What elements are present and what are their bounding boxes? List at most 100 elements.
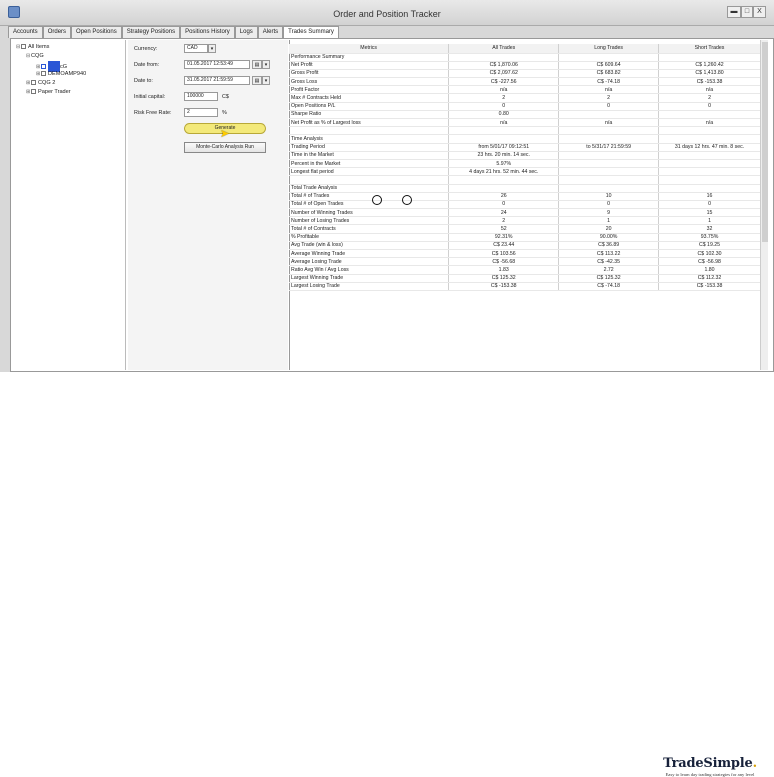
table-row[interactable]: Average Winning Trade C$ 103.56 C$ 113.22 C… — [289, 249, 761, 259]
table-row[interactable]: Ratio Avg Win / Avg Loss 1.83 2.72 1.80 — [289, 265, 761, 275]
tab-positions-history[interactable]: Positions History — [180, 26, 235, 38]
table-row[interactable]: Gross Profit C$ 2,097.62 C$ 683.82 C$ 1,413… — [289, 69, 761, 79]
table-row[interactable]: Average Losing Trade C$ -56.68 C$ -42.35 C$… — [289, 257, 761, 267]
date-to-field[interactable]: 31.05.2017 21:59:59 — [184, 76, 250, 85]
table-row[interactable]: Total # of Open Trades 0 0 0 — [289, 200, 761, 210]
tree-label-demo: DEMOAMP940 — [48, 71, 87, 77]
table-row[interactable]: Max # Contracts Held 2 2 2 — [289, 93, 761, 103]
mouse-pointer-icon: ➤ — [220, 128, 230, 140]
table-row[interactable]: Time in the Market 23 hrs. 20 min. 14 sec… — [289, 151, 761, 160]
calendar-icon[interactable]: ▤ — [252, 60, 262, 69]
minimize-button[interactable]: ▬ — [727, 6, 741, 18]
tab-strategy-positions[interactable]: Strategy Positions — [121, 26, 181, 38]
metric-name-cell: Gross Profit — [289, 69, 450, 79]
maximize-button[interactable]: □ — [741, 6, 753, 18]
table-row[interactable]: Gross Loss C$ -227.56 C$ -74.18 C$ -153.38 — [289, 77, 761, 87]
checkbox-icon[interactable] — [21, 44, 26, 50]
currency-select[interactable]: CAD — [184, 44, 208, 53]
tab-orders[interactable]: Orders — [42, 26, 72, 38]
calendar-icon[interactable]: ▤ — [252, 76, 262, 85]
table-row[interactable]: Sharpe Ratio 0.80 — [289, 110, 761, 120]
table-row[interactable]: Avg Trade (win & loss) C$ 23.44 C$ 36.89 C$… — [289, 241, 761, 251]
logo-text: TradeSimple — [663, 756, 753, 771]
initial-capital-field[interactable]: 100000 — [184, 92, 218, 101]
metric-value-cell: 4 days 21 hrs. 52 min. 44 sec. — [448, 167, 560, 177]
tab-open-positions[interactable]: Open Positions — [71, 26, 122, 38]
metric-value-cell: from 5/01/17 09:12:51 — [448, 143, 560, 152]
tree-item-all[interactable]: ⊟ All Items — [16, 44, 49, 50]
tree-item-paper[interactable]: ⊞ Paper Trader — [26, 89, 71, 95]
column-header[interactable]: Metrics — [289, 44, 450, 54]
tree-label-all: All Items — [28, 44, 50, 50]
column-header[interactable]: All Trades — [448, 44, 560, 54]
table-row[interactable]: % Profitable 92.31% 90.00% 93.75% — [289, 233, 761, 242]
metric-value-cell: n/a — [658, 118, 761, 128]
table-row[interactable]: Trading Period from 5/01/17 09:12:51 to 5/… — [289, 143, 761, 152]
close-button[interactable]: X — [753, 6, 766, 18]
table-row[interactable]: Net Profit C$ 1,870.06 C$ 609.64 C$ 1,260.4… — [289, 61, 761, 70]
chevron-down-icon[interactable]: ▾ — [262, 76, 270, 85]
tree-item-cqg2[interactable]: ⊞ CQG 2 — [26, 80, 55, 86]
metric-value-cell: 24 — [448, 208, 560, 218]
settings-form: Currency: CAD ▾ Date from: 01.05.2017 12… — [128, 40, 288, 370]
tab-logs[interactable]: Logs — [234, 26, 258, 38]
table-row[interactable] — [289, 175, 761, 185]
table-row[interactable]: Total Trade Analysis — [289, 184, 761, 193]
metric-value-cell: 2 — [448, 93, 560, 103]
metric-value-cell: 2 — [558, 93, 660, 103]
table-row[interactable]: Largest Losing Trade C$ -153.38 C$ -74.18 C… — [289, 282, 761, 291]
table-header-row: Metrics All Trades Long Trades Short Tra… — [289, 44, 761, 54]
metric-value-cell: n/a — [448, 118, 560, 128]
tree-label-cqg-account: cG — [60, 63, 68, 70]
metric-name-cell: Avg Trade (win & loss) — [289, 241, 450, 251]
metric-value-cell: 0 — [448, 102, 560, 111]
metric-name-cell: Trading Period — [289, 143, 450, 152]
table-row[interactable]: Longest flat period 4 days 21 hrs. 52 min… — [289, 167, 761, 177]
logo-dot: . — [752, 756, 758, 771]
metric-value-cell: C$ -74.18 — [558, 77, 660, 87]
metric-value-cell: 52 — [448, 224, 560, 234]
table-row[interactable]: Net Profit as % of Largest loss n/a n/a n/a — [289, 118, 761, 128]
tab-accounts[interactable]: Accounts — [8, 26, 43, 38]
table-row[interactable]: Number of Winning Trades 24 9 15 — [289, 208, 761, 218]
initial-capital-label: Initial capital: — [134, 94, 166, 100]
table-row[interactable]: Time Analysis — [289, 134, 761, 144]
table-row[interactable]: Percent in the Market 5.97% — [289, 159, 761, 169]
table-row[interactable]: Number of Losing Trades 2 1 1 — [289, 216, 761, 226]
column-header[interactable]: Short Trades — [658, 44, 761, 54]
metric-name-cell: Largest Winning Trade — [289, 274, 450, 283]
metric-value-cell — [558, 134, 660, 144]
scrollbar-thumb[interactable] — [762, 42, 768, 242]
column-header[interactable]: Long Trades — [558, 44, 660, 54]
table-row[interactable]: Largest Winning Trade C$ 125.32 C$ 125.32 C… — [289, 274, 761, 283]
metric-value-cell: 2 — [448, 216, 560, 226]
metric-value-cell: 2.72 — [558, 265, 660, 275]
table-row[interactable] — [289, 126, 761, 136]
checkbox-icon[interactable] — [41, 71, 46, 77]
checkbox-icon[interactable] — [31, 89, 36, 95]
tree-item-cqg[interactable]: ⊟CQG — [26, 53, 44, 59]
date-from-field[interactable]: 01.05.2017 12:53:49 — [184, 60, 250, 69]
metric-name-cell: % Profitable — [289, 233, 450, 242]
metric-value-cell: 5.97% — [448, 159, 560, 169]
tree-item-demo[interactable]: ⊞ DEMOAMP940 — [36, 71, 86, 77]
table-row[interactable]: Total # of Trades 26 10 16 — [289, 192, 761, 201]
chevron-down-icon[interactable]: ▾ — [208, 44, 216, 53]
metric-name-cell: Total # of Open Trades — [289, 200, 450, 210]
table-row[interactable]: Open Positions P/L 0 0 0 — [289, 102, 761, 111]
metric-value-cell: 1 — [658, 216, 761, 226]
chevron-down-icon[interactable]: ▾ — [262, 60, 270, 69]
table-row[interactable]: Total # of Contracts 52 20 32 — [289, 224, 761, 234]
risk-free-field[interactable]: 2 — [184, 108, 218, 117]
checked-checkbox-icon[interactable] — [41, 64, 46, 69]
risk-free-unit: % — [222, 110, 227, 116]
screenshot-area: Order and Position Tracker ▬ □ X Account… — [0, 0, 774, 372]
checkbox-icon[interactable] — [31, 80, 36, 86]
monte-carlo-button[interactable]: Monte-Carlo Analysis Run — [184, 142, 266, 153]
tab-alerts[interactable]: Alerts — [257, 26, 284, 38]
metric-value-cell — [448, 184, 560, 193]
tab-trades-summary[interactable]: Trades Summary — [283, 26, 339, 38]
table-row[interactable]: Performance Summary — [289, 53, 761, 62]
table-row[interactable]: Profit Factor n/a n/a n/a — [289, 85, 761, 95]
vertical-scrollbar[interactable] — [760, 40, 768, 370]
